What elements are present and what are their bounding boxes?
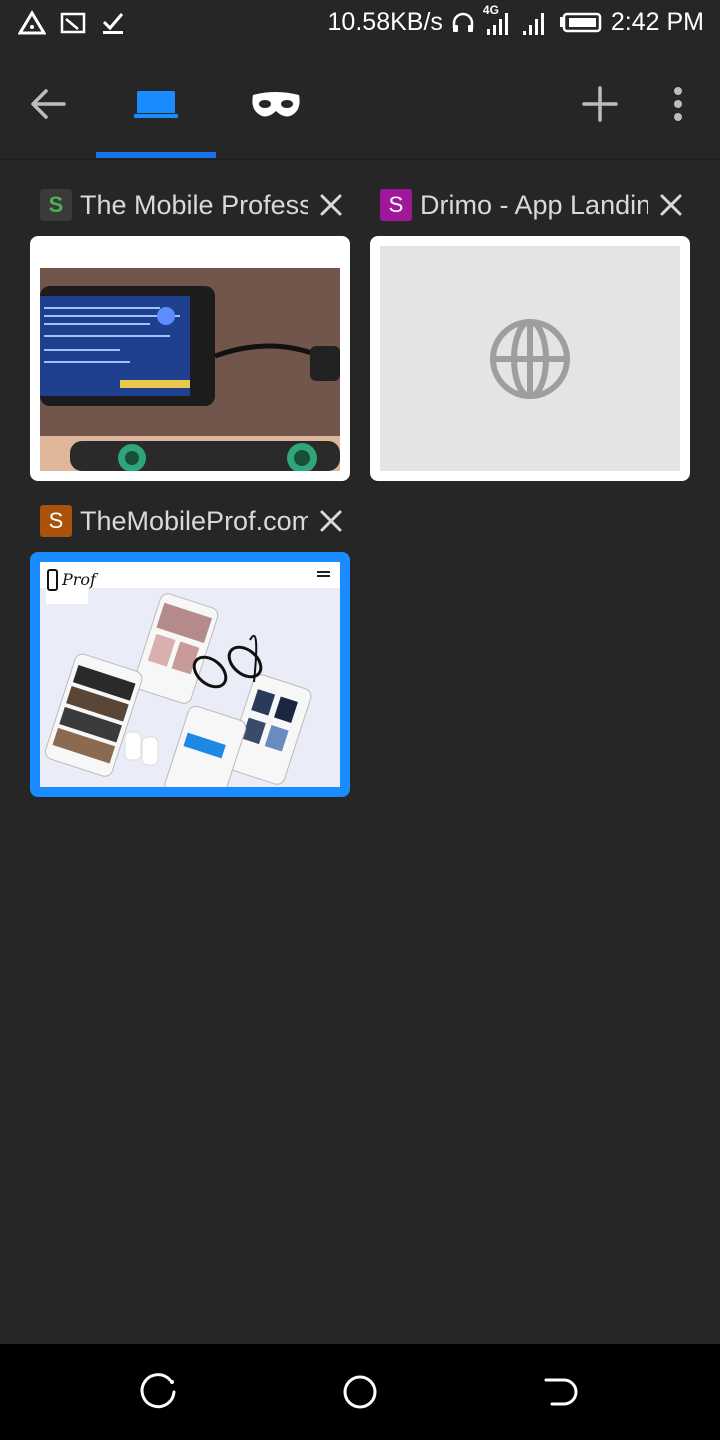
- favicon: S: [40, 189, 72, 221]
- tab-thumbnail[interactable]: [370, 236, 690, 481]
- system-navigation-bar: [0, 1344, 720, 1440]
- close-icon[interactable]: [318, 192, 344, 218]
- tab-header: S TheMobileProf.com: [40, 498, 350, 544]
- site-logo: Prof: [62, 570, 96, 589]
- incognito-mask-icon: [252, 92, 300, 117]
- plus-icon: [582, 86, 618, 122]
- new-tab-button[interactable]: [574, 78, 626, 130]
- recents-icon[interactable]: [140, 1372, 180, 1412]
- clock: 2:42 PM: [610, 8, 704, 36]
- signal-icon: [521, 9, 551, 37]
- tab-title: Drimo - App Landing: [420, 189, 648, 220]
- download-done-icon: [100, 10, 126, 36]
- tab-incognito-tabs[interactable]: [236, 74, 316, 134]
- back-icon[interactable]: [540, 1372, 580, 1412]
- thumbnail-image: [40, 562, 340, 787]
- tab-title: TheMobileProf.com: [80, 505, 308, 536]
- tab-thumbnail[interactable]: [30, 236, 350, 481]
- tab-thumbnail-selected[interactable]: Prof: [30, 552, 350, 797]
- signal-icon: 4G: [483, 3, 513, 37]
- tab-header: S Drimo - App Landing: [380, 182, 690, 228]
- tab-normal-tabs[interactable]: [116, 74, 196, 134]
- status-bar: 10.58KB/s 4G 2:42 PM: [0, 0, 720, 50]
- globe-icon: [490, 318, 570, 399]
- more-vertical-icon: [674, 87, 682, 121]
- tabs-icon: [134, 91, 178, 118]
- warning-triangle-icon: [18, 10, 46, 36]
- net-speed: 10.58KB/s: [327, 8, 443, 36]
- battery-icon: [559, 11, 603, 35]
- tab-title: The Mobile Professor: [80, 189, 308, 220]
- close-icon[interactable]: [658, 192, 684, 218]
- thumbnail-image: [40, 246, 340, 471]
- tab-header: S The Mobile Professor: [40, 182, 350, 228]
- home-icon[interactable]: [340, 1372, 380, 1412]
- close-icon[interactable]: [318, 508, 344, 534]
- arrow-left-icon: [31, 89, 66, 119]
- screencast-icon: [60, 11, 86, 35]
- network-type: 4G: [482, 2, 499, 17]
- favicon: S: [380, 189, 412, 221]
- tab-switcher-toolbar: [0, 50, 720, 160]
- menu-button[interactable]: [658, 78, 698, 130]
- selected-tab-indicator: [96, 152, 216, 158]
- back-button[interactable]: [22, 78, 74, 130]
- favicon: S: [40, 505, 72, 537]
- headphones-icon: [451, 12, 475, 34]
